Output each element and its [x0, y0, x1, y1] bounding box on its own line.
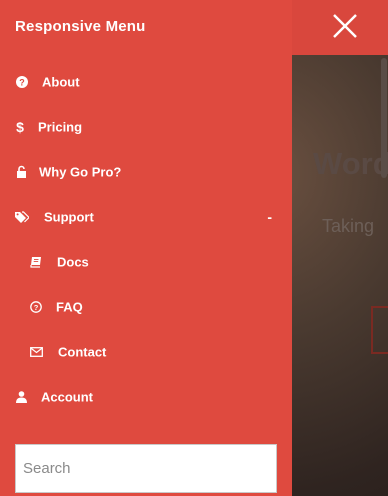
menu-item-why-go-pro[interactable]: Why Go Pro? [0, 149, 292, 194]
page-scrollbar[interactable] [380, 56, 388, 496]
menu-item-about[interactable]: ? About [0, 59, 292, 104]
menu-title: Responsive Menu [15, 18, 146, 35]
scrollbar-thumb[interactable] [381, 58, 387, 178]
submenu-item-docs[interactable]: Docs [0, 239, 292, 284]
submenu-toggle[interactable]: - [267, 209, 272, 225]
svg-text:?: ? [19, 77, 25, 87]
menu-item-label: Contact [58, 344, 107, 359]
menu-item-account[interactable]: Account [0, 374, 292, 419]
menu-item-support[interactable]: Support - [0, 194, 292, 239]
submenu-item-faq[interactable]: ? FAQ [0, 284, 292, 329]
menu-item-pricing[interactable]: $ Pricing [0, 104, 292, 149]
book-icon [29, 255, 43, 269]
question-circle-icon: ? [15, 75, 29, 89]
search-input[interactable] [15, 444, 277, 493]
question-circle-outline-icon: ? [29, 300, 43, 314]
background-heading: Word [313, 146, 388, 181]
menu-item-label: About [42, 74, 80, 89]
close-icon [333, 14, 357, 38]
dollar-icon: $ [16, 118, 24, 135]
background-subtitle: Taking [322, 216, 375, 236]
svg-text:?: ? [34, 302, 39, 311]
responsive-menu: Responsive Menu ? About $ Pricing Why Go… [0, 0, 292, 496]
menu-item-label: Account [41, 389, 93, 404]
menu-item-label: Support [44, 209, 94, 224]
menu-item-label: Why Go Pro? [39, 164, 122, 179]
close-menu-button[interactable] [320, 0, 370, 52]
tags-icon [15, 210, 29, 224]
envelope-icon [29, 345, 43, 359]
menu-item-label: FAQ [56, 299, 83, 314]
menu-item-label: Pricing [38, 119, 83, 134]
user-icon [14, 390, 28, 404]
submenu-item-contact[interactable]: Contact [0, 329, 292, 374]
lock-icon [14, 165, 28, 179]
menu-item-label: Docs [57, 254, 89, 269]
